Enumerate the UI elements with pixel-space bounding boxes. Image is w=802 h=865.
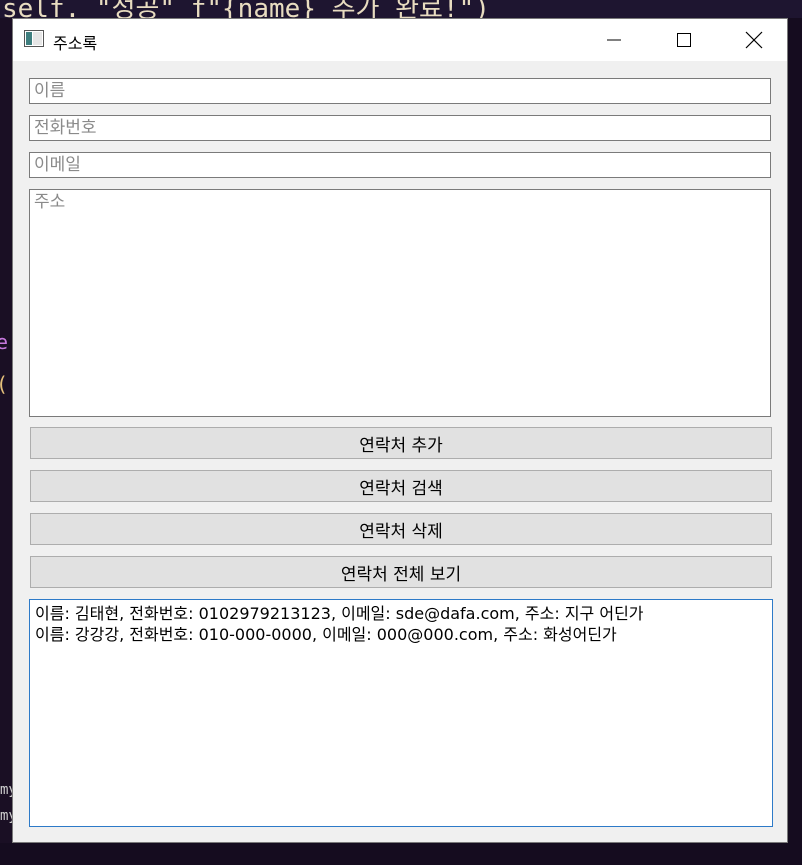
background-code-text: self. "성공" f"{name} 추가 완료!") — [2, 0, 490, 18]
output-line: 이름: 김태현, 전화번호: 0102979213123, 이메일: sde@d… — [35, 604, 644, 623]
name-placeholder: 이름 — [34, 81, 66, 101]
name-input[interactable]: 이름 — [29, 78, 771, 104]
view-all-contacts-button[interactable]: 연락처 전체 보기 — [30, 556, 772, 588]
address-placeholder: 주소 — [34, 192, 66, 212]
close-button[interactable] — [719, 19, 789, 61]
email-input[interactable]: 이메일 — [29, 152, 771, 178]
window-title: 주소록 — [53, 34, 98, 53]
maximize-icon — [677, 33, 691, 47]
background-bottom-strip — [0, 843, 802, 865]
address-textarea[interactable]: 주소 — [29, 189, 771, 417]
minimize-icon — [607, 39, 621, 41]
phone-placeholder: 전화번호 — [34, 118, 97, 138]
contacts-output[interactable]: 이름: 김태현, 전화번호: 0102979213123, 이메일: sde@d… — [29, 599, 773, 827]
title-bar[interactable]: 주소록 — [13, 19, 787, 61]
background-right-strip — [788, 18, 802, 865]
phone-input[interactable]: 전화번호 — [29, 115, 771, 141]
add-contact-button[interactable]: 연락처 추가 — [30, 427, 772, 459]
minimize-button[interactable] — [579, 19, 649, 61]
close-icon — [745, 31, 763, 49]
background-editor-strip: self. "성공" f"{name} 추가 완료!") — [0, 0, 802, 18]
app-icon — [24, 30, 44, 47]
address-book-window: 주소록 이름 전화번호 이메일 주소 연락처 추가 연락처 검색 연락처 삭제 — [12, 18, 788, 843]
background-fragment: e — [0, 330, 9, 354]
maximize-button[interactable] — [649, 19, 719, 61]
output-line: 이름: 강강강, 전화번호: 010-000-0000, 이메일: 000@00… — [35, 625, 617, 644]
search-contact-button[interactable]: 연락처 검색 — [30, 470, 772, 502]
email-placeholder: 이메일 — [34, 155, 81, 175]
background-left-strip — [0, 18, 12, 865]
delete-contact-button[interactable]: 연락처 삭제 — [30, 513, 772, 545]
background-fragment: ( — [0, 372, 8, 396]
